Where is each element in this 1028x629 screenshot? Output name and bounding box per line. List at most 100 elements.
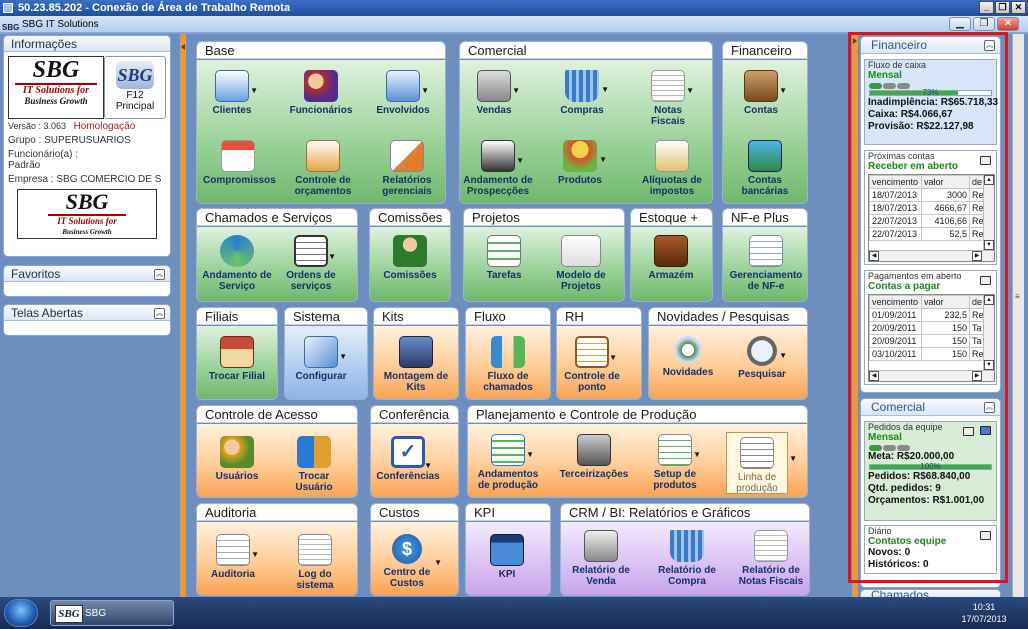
timesheet-icon: ▼ xyxy=(575,336,617,368)
logo-sub1: IT Solutions for xyxy=(22,85,90,96)
tile-notas-fiscais[interactable]: ▼ Notas Fiscais xyxy=(638,70,698,127)
tile-andamento-servico[interactable]: Andamento de Serviço xyxy=(201,235,273,292)
tile-tarefas[interactable]: Tarefas xyxy=(474,235,534,281)
tile-controle-orcamentos[interactable]: Controle de orçamentos xyxy=(289,140,357,197)
tile-contas-bancarias[interactable]: Contas bancárias xyxy=(733,140,797,197)
tile-produtos[interactable]: ▼ Produtos xyxy=(552,140,608,186)
chevron-down-icon[interactable]: ▼ xyxy=(789,453,797,464)
group-comercial: Comercial ▼ Vendas ▼ Compras ▼ Notas Fiscai… xyxy=(459,41,713,204)
tile-funcionarios[interactable]: Funcionários xyxy=(289,70,353,116)
f12-principal-button[interactable]: SBG F12 Principal xyxy=(104,56,166,119)
favorites-title[interactable]: Favoritos ︽ xyxy=(4,266,170,282)
tile-controle-ponto[interactable]: ▼ Controle de ponto xyxy=(563,336,621,393)
group-auditoria: Auditoria ▼ Auditoria Log do sistema xyxy=(196,503,358,596)
tile-gerenciamento-nfe[interactable]: Gerenciamento de NF-e xyxy=(727,235,805,292)
scroll-grip-icon[interactable]: ≡ xyxy=(1015,292,1020,301)
tile-usuarios[interactable]: Usuários xyxy=(205,436,269,482)
tile-label: Vendas xyxy=(476,105,512,116)
tile-centro-custos[interactable]: $ ▼ Centro de Custos xyxy=(375,534,442,589)
factory-icon xyxy=(577,434,611,466)
tile-terceirizacoes[interactable]: Terceirizações xyxy=(558,434,630,480)
tile-fluxo-chamados[interactable]: Fluxo de chamados xyxy=(472,336,544,393)
warehouse-icon xyxy=(654,235,688,267)
tile-armazem[interactable]: Armazém xyxy=(641,235,701,281)
taskbar-item-sbg[interactable]: SBG SBG xyxy=(50,600,174,626)
tile-label: Gerenciamento de NF-e xyxy=(729,270,803,292)
arrow-left-icon[interactable] xyxy=(181,44,185,50)
group-kpi: KPI KPI xyxy=(465,503,551,596)
audit-checklist-icon: ▼ xyxy=(216,534,259,566)
f12-label: F12 xyxy=(126,90,144,101)
rd-close-button[interactable]: ✕ xyxy=(1011,1,1026,14)
tile-label: KPI xyxy=(498,569,516,580)
branch-building-icon xyxy=(220,336,254,368)
tile-trocar-usuario[interactable]: Trocar Usuário xyxy=(285,436,343,493)
tile-relatorio-compra[interactable]: Relatório de Compra xyxy=(651,530,723,587)
basket-icon: ▼ xyxy=(565,70,609,102)
cash-register-icon: ▼ xyxy=(477,70,520,102)
tile-novidades[interactable]: Novidades xyxy=(657,336,719,378)
tile-label: Compras xyxy=(560,105,604,116)
tile-conferencias[interactable]: ✓ ▼ Conferências xyxy=(375,436,441,482)
tile-compras[interactable]: ▼ Compras xyxy=(554,70,610,116)
tile-andamentos-producao[interactable]: ▼ Andamentos de produção xyxy=(472,434,544,491)
open-screens-label: Telas Abertas xyxy=(11,306,84,320)
tile-label: Configurar xyxy=(295,371,347,382)
news-clock-icon xyxy=(674,336,702,364)
tile-label: Andamento de Serviço xyxy=(202,270,272,292)
commission-person-icon xyxy=(393,235,427,267)
tile-label: Tarefas xyxy=(486,270,522,281)
group-planejamento-title: Planejamento e Controle de Produção xyxy=(468,406,807,423)
collapse-up-icon[interactable]: ︽ xyxy=(154,269,165,280)
system-clock[interactable]: 10:31 17/07/2013 xyxy=(944,601,1024,627)
collapse-up-icon[interactable]: ︽ xyxy=(154,308,165,319)
tile-auditoria[interactable]: ▼ Auditoria xyxy=(203,534,263,580)
tile-log-sistema[interactable]: Log do sistema xyxy=(287,534,343,591)
tile-montagem-kits[interactable]: Montagem de Kits xyxy=(380,336,452,393)
tile-label: Montagem de Kits xyxy=(383,371,449,393)
tile-relatorio-notas-fiscais[interactable]: Relatório de Notas Fiscais xyxy=(733,530,809,587)
tile-modelo-projetos[interactable]: Modelo de Projetos xyxy=(550,235,612,292)
tile-label: Comissões xyxy=(383,270,437,281)
favorites-panel[interactable]: Favoritos ︽ xyxy=(3,265,171,297)
group-crm-title: CRM / BI: Relatórios e Gráficos xyxy=(561,504,809,521)
report-chart-icon xyxy=(390,140,424,172)
tile-envolvidos[interactable]: ▼ Envolvidos xyxy=(373,70,433,116)
app-restore-button[interactable]: ❐ xyxy=(973,17,995,31)
toolkit-icon xyxy=(399,336,433,368)
open-screens-panel[interactable]: Telas Abertas ︽ xyxy=(3,304,171,336)
tile-relatorios-gerenciais[interactable]: Relatórios gerenciais xyxy=(375,140,439,197)
tile-andamento-prospeccoes[interactable]: ▼ Andamento de Prospecções xyxy=(462,140,534,197)
tile-relatorio-venda[interactable]: Relatório de Venda xyxy=(565,530,637,587)
tile-comissoes[interactable]: Comissões xyxy=(378,235,442,281)
task-list-icon xyxy=(487,235,521,267)
tile-aliquotas-impostos[interactable]: Alíquotas de impostos xyxy=(636,140,708,197)
group-estoque: Estoque + Armazém xyxy=(630,208,713,302)
tile-linha-producao[interactable]: Linha de produção ▼ xyxy=(726,432,797,494)
rd-restore-button[interactable]: ❐ xyxy=(995,1,1010,14)
rd-minimize-button[interactable]: _ xyxy=(979,1,994,14)
start-button[interactable] xyxy=(4,599,38,627)
tile-contas[interactable]: ▼ Contas xyxy=(733,70,789,116)
tile-trocar-filial[interactable]: Trocar Filial xyxy=(205,336,269,382)
group-kits: Kits Montagem de Kits xyxy=(373,307,459,400)
left-splitter[interactable] xyxy=(180,34,186,597)
tile-kpi[interactable]: KPI xyxy=(476,534,538,580)
kpi-window-icon xyxy=(490,534,524,566)
group-acesso-title: Controle de Acesso xyxy=(197,406,357,423)
tile-compromissos[interactable]: Compromissos xyxy=(203,140,276,186)
employees-icon xyxy=(304,70,338,102)
tile-setup-produtos[interactable]: ▼ Setup de produtos xyxy=(644,434,706,491)
open-screens-title[interactable]: Telas Abertas ︽ xyxy=(4,305,170,321)
tile-vendas[interactable]: ▼ Vendas xyxy=(466,70,522,116)
tile-clientes[interactable]: ▼ Clientes xyxy=(203,70,261,116)
app-minimize-button[interactable]: ▁ xyxy=(949,17,971,31)
company-logo-sub1: IT Solutions for xyxy=(57,216,117,226)
tile-configurar[interactable]: ▼ Configurar xyxy=(293,336,349,382)
app-close-button[interactable]: ✕ xyxy=(997,17,1019,31)
group-rh-title: RH xyxy=(557,308,641,325)
tile-pesquisar[interactable]: ▼ Pesquisar xyxy=(733,336,791,380)
flow-chart-icon xyxy=(491,336,525,368)
tile-ordens-servicos[interactable]: ▼ Ordens de serviços xyxy=(281,235,341,292)
window-vertical-scrollbar[interactable]: ≡ xyxy=(1012,34,1024,597)
